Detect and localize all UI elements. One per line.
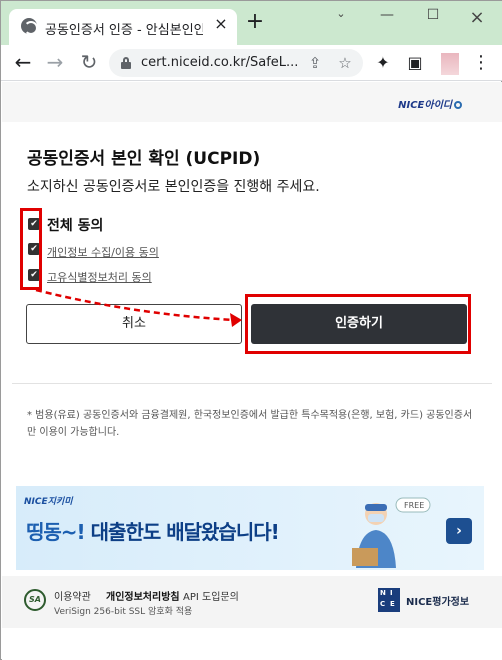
banner-headline-part1: 띵동~! xyxy=(26,520,86,544)
tab-title: 공동인증서 인증 - 안심본인인 xyxy=(45,23,203,38)
nice-logo-mark: NI CE xyxy=(378,588,400,612)
address-bar[interactable]: cert.niceid.co.kr/SafeL... ⇪ ☆ xyxy=(109,49,363,77)
new-tab-button[interactable]: + xyxy=(243,11,267,35)
banner-headline-part2: 대출한도 배달왔습니다! xyxy=(84,520,280,544)
browser-toolbar: ← → ↻ cert.niceid.co.kr/SafeL... ⇪ ☆ ✦ ▣… xyxy=(1,45,502,81)
url-text[interactable]: cert.niceid.co.kr/SafeL... xyxy=(141,55,299,70)
reload-icon[interactable]: ↻ xyxy=(77,51,101,75)
tab-search-icon[interactable]: ⌄ xyxy=(327,7,355,27)
page-bottom-space xyxy=(2,628,502,660)
profile-avatar[interactable] xyxy=(441,53,459,75)
title-bar: 공동인증서 인증 - 안심본인인 × + ⌄ — ☐ × xyxy=(1,1,502,45)
banner-next-button[interactable]: › xyxy=(446,518,472,544)
side-panel-icon[interactable]: ▣ xyxy=(405,53,425,73)
annotation-arrow xyxy=(35,288,242,327)
ssl-notice: VeriSign 256-bit SSL 암호화 적용 xyxy=(54,607,193,617)
page-content: NICE아이디 공동인증서 본인 확인 (UCPID) 소지하신 공동인증서로 … xyxy=(2,82,502,660)
browser-tab[interactable]: 공동인증서 인증 - 안심본인인 × xyxy=(9,9,237,45)
forward-arrow-icon[interactable]: → xyxy=(43,51,67,75)
site-icon xyxy=(21,18,38,35)
notice-text: * 범용(유료) 공동인증서와 금융결제원, 한국정보인증에서 발급한 특수목적… xyxy=(27,410,473,438)
bookmark-star-icon[interactable]: ☆ xyxy=(335,53,355,73)
kebab-menu-icon[interactable]: ⋮ xyxy=(471,53,491,73)
api-inquiry-link[interactable]: API 도입문의 xyxy=(183,588,239,603)
lock-icon[interactable] xyxy=(121,57,131,69)
minimize-button[interactable]: — xyxy=(373,7,401,27)
tab-close-icon[interactable]: × xyxy=(211,14,231,36)
footer: SA 이용약관 개인정보처리방침 API 도입문의 VeriSign 256-b… xyxy=(2,576,502,628)
free-tag: FREE xyxy=(404,501,424,510)
terms-link[interactable]: 이용약관 xyxy=(54,588,91,603)
maximize-button[interactable]: ☐ xyxy=(419,7,447,27)
back-arrow-icon[interactable]: ← xyxy=(11,51,35,75)
delivery-person-illustration: FREE xyxy=(352,497,431,568)
nice-jikimi-logo: NICE지키미 xyxy=(24,497,73,507)
close-window-button[interactable]: × xyxy=(463,7,491,28)
share-icon[interactable]: ⇪ xyxy=(305,53,325,73)
extensions-puzzle-icon[interactable]: ✦ xyxy=(373,53,393,73)
banner-headline: 띵동~! 대출한도 배달왔습니다! xyxy=(26,516,280,545)
promo-banner[interactable]: NICE지키미 띵동~! 대출한도 배달왔습니다! FREE › xyxy=(16,486,484,570)
sa-certification-logo: SA xyxy=(24,589,46,611)
privacy-policy-link[interactable]: 개인정보처리방침 xyxy=(106,588,180,603)
browser-window: 공동인증서 인증 - 안심본인인 × + ⌄ — ☐ × ← → ↻ cert.… xyxy=(0,0,502,660)
section-divider xyxy=(12,383,492,384)
nice-company-name: NICE평가정보 xyxy=(406,597,470,608)
